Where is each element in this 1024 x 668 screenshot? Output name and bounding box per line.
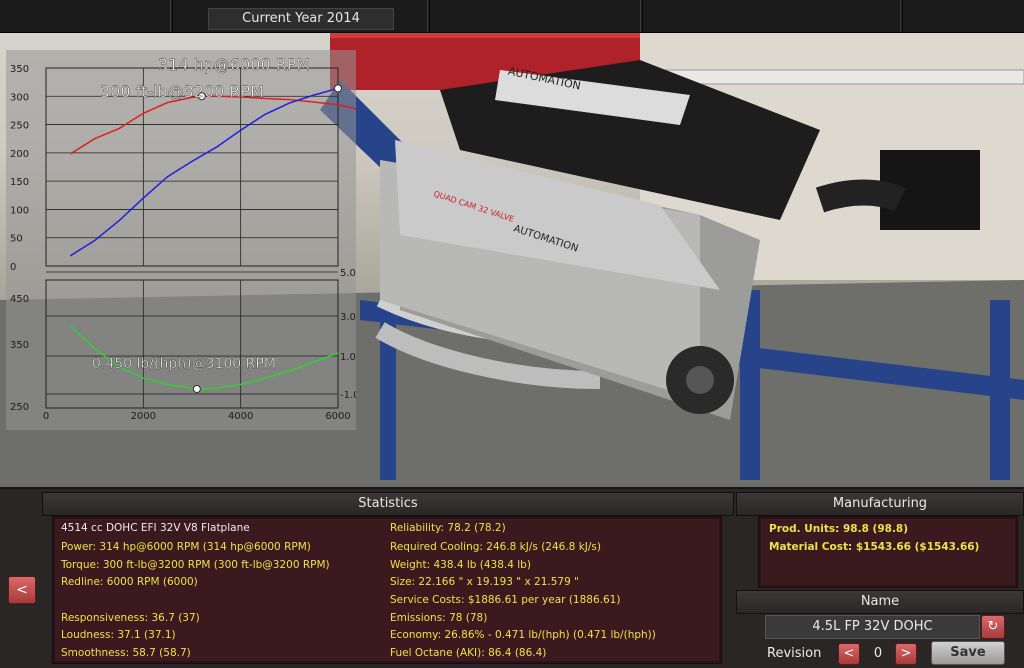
y-tick-label: 350 [10, 64, 29, 75]
x-tick-label: 0 [43, 411, 49, 422]
dyno-graph: 0 50 100 150 200 250 300 350 250 350 450 -1.0 1.0 3… [6, 50, 356, 430]
y-tick-label: 200 [10, 149, 29, 160]
dyno-graph-svg: 0 50 100 150 200 250 300 350 250 350 450 -1.0 1.0 3… [10, 55, 356, 422]
back-arrow-button[interactable]: < [8, 576, 36, 604]
y-tick-label: 0 [10, 262, 16, 273]
name-header: Name [736, 590, 1024, 614]
torque-curve [69, 95, 356, 155]
y-tick-label: 50 [10, 234, 23, 245]
power-peak-marker [334, 84, 342, 93]
y-tick-label: 150 [10, 177, 29, 188]
bsfc-min-label: 0.450 lb/(hph)@3100 RPM [92, 356, 276, 372]
engine-name-field[interactable]: 4.5L FP 32V DOHC [765, 615, 980, 639]
stat-redline: Redline: 6000 RPM (6000) [61, 576, 198, 588]
power-torque-y-ticks: 0 50 100 150 200 250 300 350 [10, 64, 29, 273]
power-curve [69, 87, 339, 257]
bsfc-y2-ticks: -1.0 1.0 3.0 5.0 [340, 268, 356, 401]
stat-reliability: Reliability: 78.2 (78.2) [390, 522, 506, 534]
y2-tick-label: 1.0 [340, 352, 356, 363]
series-layer [69, 87, 356, 390]
y-tick-label: 250 [10, 402, 29, 413]
bsfc-min-marker [192, 385, 201, 393]
current-year-label: Current Year 2014 [208, 8, 394, 30]
revision-label: Revision [767, 646, 822, 661]
bsfc-y-ticks: 250 350 450 [10, 294, 29, 413]
y2-tick-label: 5.0 [340, 268, 356, 279]
y-tick-label: 450 [10, 294, 29, 305]
stat-smoothness: Smoothness: 58.7 (58.7) [61, 647, 191, 659]
refresh-name-button[interactable]: ↻ [981, 615, 1005, 639]
material-cost: Material Cost: $1543.66 ($1543.66) [769, 541, 980, 553]
stat-emissions: Emissions: 78 (78) [390, 612, 488, 624]
stat-service-costs: Service Costs: $1886.61 per year (1886.6… [390, 594, 621, 606]
y2-tick-label: -1.0 [340, 390, 356, 401]
manufacturing-list: Prod. Units: 98.8 (98.8) Material Cost: … [758, 516, 1018, 588]
stat-torque: Torque: 300 ft-lb@3200 RPM (300 ft-lb@32… [61, 559, 330, 571]
manufacturing-header: Manufacturing [736, 492, 1024, 516]
y-tick-label: 250 [10, 121, 29, 132]
stat-economy: Economy: 26.86% - 0.471 lb/(hph) (0.471 … [390, 629, 656, 641]
stat-weight: Weight: 438.4 lb (438.4 lb) [390, 559, 531, 571]
statistics-header: Statistics [42, 492, 734, 516]
y-tick-label: 350 [10, 340, 29, 351]
y-tick-label: 300 [10, 92, 29, 103]
revision-value: 0 [873, 646, 883, 661]
x-axis-ticks: 0 2000 4000 6000 [43, 411, 351, 422]
x-tick-label: 4000 [228, 411, 253, 422]
x-tick-label: 6000 [325, 411, 350, 422]
stat-responsiveness: Responsiveness: 36.7 (37) [61, 612, 200, 624]
revision-prev-button[interactable]: < [838, 643, 860, 665]
top-bar: Current Year 2014 [0, 0, 1024, 33]
revision-next-button[interactable]: > [895, 643, 917, 665]
save-button[interactable]: Save [931, 641, 1005, 665]
stat-fuel-octane: Fuel Octane (AKI): 86.4 (86.4) [390, 647, 547, 659]
statistics-list: 4514 cc DOHC EFI 32V V8 Flatplane Power:… [52, 516, 722, 664]
stat-required-cooling: Required Cooling: 246.8 kJ/s (246.8 kJ/s… [390, 541, 601, 553]
stat-loudness: Loudness: 37.1 (37.1) [61, 629, 176, 641]
top-bar-divider [170, 0, 173, 32]
prod-units: Prod. Units: 98.8 (98.8) [769, 523, 909, 535]
marker-layer [192, 84, 342, 393]
y-tick-label: 100 [10, 205, 29, 216]
top-bar-divider [900, 0, 903, 32]
y2-tick-label: 3.0 [340, 312, 356, 323]
stat-engine-desc: 4514 cc DOHC EFI 32V V8 Flatplane [61, 522, 250, 534]
stat-size: Size: 22.166 " x 19.193 " x 21.579 " [390, 576, 579, 588]
top-bar-divider [427, 0, 430, 32]
torque-peak-label: 300 ft-lb@3200 RPM [100, 82, 264, 101]
stat-power: Power: 314 hp@6000 RPM (314 hp@6000 RPM) [61, 541, 311, 553]
x-tick-label: 2000 [131, 411, 156, 422]
top-bar-divider [640, 0, 643, 32]
refresh-icon: ↻ [987, 619, 999, 634]
power-peak-label: 314 hp@6000 RPM [158, 55, 310, 74]
